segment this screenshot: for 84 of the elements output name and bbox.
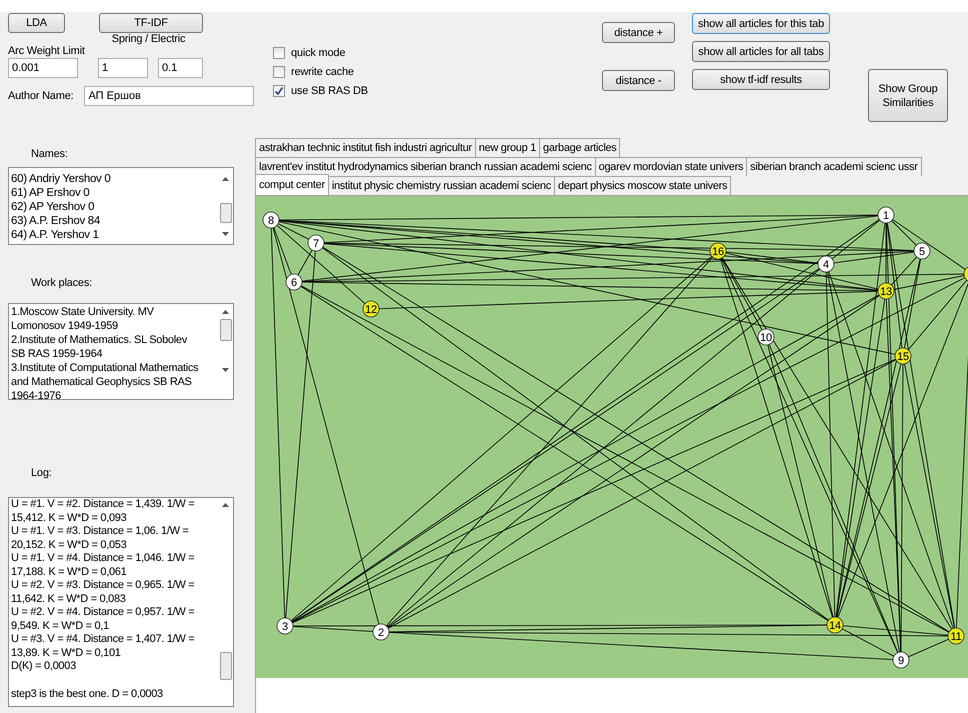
scroll-thumb[interactable]: [220, 203, 232, 223]
scroll-up-icon[interactable]: [222, 177, 229, 181]
log-line: 20,152. K = W*D = 0,053: [11, 538, 128, 552]
log-line: U = #1. V = #2. Distance = 1,439. 1/W =: [11, 498, 196, 512]
show-tfidf-results-button[interactable]: show tf-idf results: [692, 69, 830, 90]
name-item[interactable]: 61) AP Ershov 0: [11, 186, 218, 200]
log-line: 9,549. K = W*D = 0,1: [11, 620, 110, 633]
checkbox-label: quick mode: [291, 47, 346, 59]
checkbox[interactable]: [273, 47, 285, 59]
graph-node[interactable]: 13: [878, 282, 894, 300]
checkbox-label: use SB RAS DB: [291, 85, 368, 97]
checkbox[interactable]: [273, 85, 285, 97]
graph-node[interactable]: 16: [710, 242, 726, 260]
graph-node[interactable]: 2: [372, 624, 390, 640]
work-place-line: Lomonosov 1949-1959: [11, 319, 119, 333]
work-place-line: and Mathematical Geophysics SB RAS: [11, 375, 193, 389]
distance-plus-button[interactable]: distance +: [602, 22, 675, 43]
tab[interactable]: lavrent'ev institut hydrodynamics siberian branch russian academi scienc: [255, 157, 596, 176]
work-places-label: Work places:: [31, 277, 93, 289]
electric-field[interactable]: 0.1: [158, 58, 203, 78]
tab[interactable]: depart physics moscow state univers: [554, 176, 732, 195]
graph-node[interactable]: 6: [286, 274, 302, 290]
work-place-line: 3.Institute of Computational Mathematics: [11, 361, 200, 375]
graph-node[interactable]: 1: [878, 206, 894, 224]
author-name-label: Author Name:: [8, 90, 74, 102]
graph-node[interactable]: 3: [276, 618, 294, 634]
checkbox-label: rewrite cache: [291, 66, 354, 78]
log-line: 17,188. K = W*D = 0,061: [11, 566, 128, 579]
log-label: Log:: [31, 467, 53, 479]
arc-weight-field[interactable]: 0.001: [8, 58, 78, 78]
graph-node[interactable]: 15: [894, 348, 912, 364]
names-label: Names:: [31, 148, 69, 160]
scroll-up-icon[interactable]: [222, 503, 229, 507]
log-line: U = #3. V = #4. Distance = 1,407. 1/W =: [11, 633, 196, 646]
spring-field[interactable]: 1: [98, 58, 148, 78]
log-box[interactable]: [8, 497, 234, 707]
scroll-down-icon[interactable]: [222, 368, 229, 372]
log-line: 15,412. K = W*D = 0,093: [11, 512, 128, 525]
show-tab-articles-button[interactable]: show all articles for this tab: [692, 13, 830, 34]
graph-node[interactable]: 14: [826, 616, 844, 634]
checkbox[interactable]: [273, 66, 285, 78]
scroll-down-icon[interactable]: [222, 232, 229, 236]
author-name-field[interactable]: АП Ершов: [84, 86, 254, 106]
graph-node[interactable]: 11: [948, 628, 964, 644]
name-item[interactable]: 64) A.P. Yershov 1: [11, 228, 218, 242]
work-places-box[interactable]: 1.Moscow State University. MV Lomonosov 1949-1959 2.Institute of Mathematics. SL Sobolev SB RAS 1959-1964 3.Institute of Computational Mathematics and Mathematical Geophysics SB RAS 1964-1976: [8, 303, 234, 400]
tab[interactable]: comput center: [255, 174, 329, 195]
log-line: U = #1. V = #4. Distance = 1,046. 1/W =: [11, 552, 196, 566]
tab[interactable]: siberian branch academi scienc ussr: [746, 157, 922, 176]
tab[interactable]: garbage articles: [539, 138, 620, 157]
log-line: U = #1. V = #3. Distance = 1,06. 1/W =: [11, 525, 190, 538]
tf-idf-button[interactable]: TF-IDF: [99, 13, 203, 33]
scroll-up-icon[interactable]: [222, 310, 229, 314]
log-line: U = #2. V = #4. Distance = 0,957. 1/W =: [11, 606, 196, 620]
log-line: 11,642. K = W*D = 0,083: [11, 592, 127, 606]
graph-node[interactable]: 7: [308, 234, 324, 252]
graph-node[interactable]: 8: [262, 212, 280, 228]
log-line: 13,89. K = W*D = 0,101: [11, 646, 122, 660]
log-line: D(K) = 0,0003: [11, 660, 77, 674]
work-place-line: 1964-1976: [11, 389, 62, 403]
tab[interactable]: astrakhan technic institut fish industri agricultur: [255, 138, 476, 157]
names-list[interactable]: 60) Andriy Yershov 0 61) AP Ershov 0 62) AP Yershov 0 63) A.P. Ershov 84 64) A.P. Yershov 1: [8, 167, 234, 245]
work-place-line: SB RAS 1959-1964: [11, 347, 104, 361]
name-item[interactable]: 62) AP Yershov 0: [11, 200, 218, 214]
spring-electric-label: Spring / Electric: [112, 33, 186, 45]
graph-node[interactable]: 10: [758, 328, 774, 346]
graph-node[interactable]: 9: [892, 652, 910, 668]
graph-node[interactable]: [964, 266, 968, 282]
work-place-line: 1.Moscow State University. MV: [11, 305, 155, 319]
distance-minus-button[interactable]: distance -: [602, 70, 675, 91]
log-line: step3 is the best one. D = 0,0003: [11, 688, 164, 701]
scroll-thumb[interactable]: [220, 652, 232, 680]
work-place-line: 2.Institute of Mathematics. SL Sobolev: [11, 333, 188, 347]
group-similarities-button[interactable]: Show Group Similarities: [868, 69, 948, 122]
name-item[interactable]: 60) Andriy Yershov 0: [11, 172, 218, 186]
graph-node[interactable]: 4: [818, 256, 834, 272]
graph-node[interactable]: 12: [362, 300, 380, 318]
name-item[interactable]: 63) A.P. Ershov 84: [11, 214, 218, 228]
arc-weight-label: Arc Weight Limit: [8, 45, 85, 57]
show-all-articles-button[interactable]: show all articles for all tabs: [692, 41, 830, 62]
lda-button[interactable]: LDA: [8, 13, 65, 33]
graph-node[interactable]: 5: [914, 242, 930, 260]
scroll-thumb[interactable]: [220, 319, 232, 341]
log-line: U = #2. V = #3. Distance = 0,965. 1/W =: [11, 579, 196, 592]
